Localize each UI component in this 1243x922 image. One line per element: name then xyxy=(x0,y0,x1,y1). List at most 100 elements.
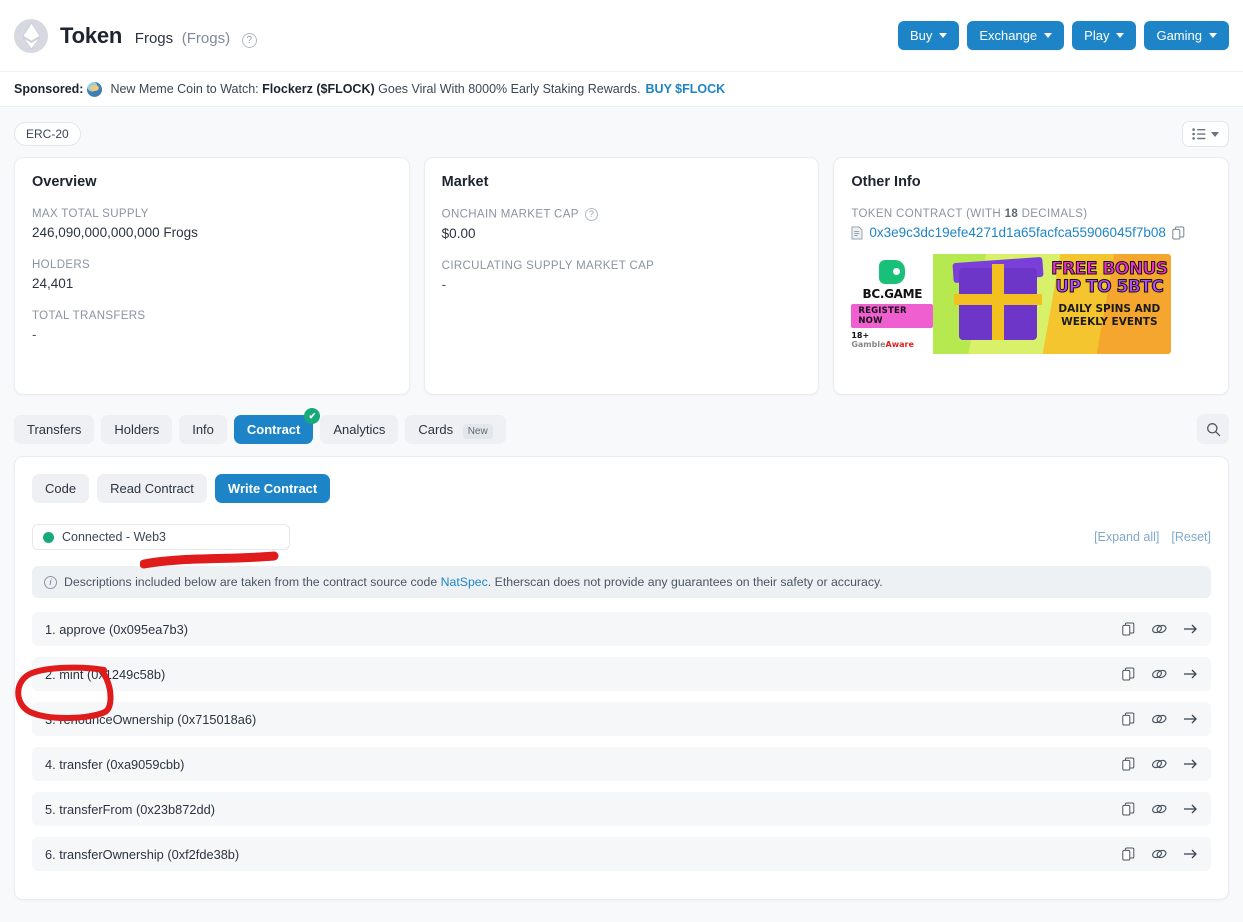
gaming-button[interactable]: Gaming xyxy=(1144,21,1229,50)
copy-icon[interactable] xyxy=(1122,667,1135,681)
natspec-notice-after: . Etherscan does not provide any guarant… xyxy=(487,575,883,589)
arrow-right-icon[interactable] xyxy=(1183,803,1198,815)
exchange-button-label: Exchange xyxy=(979,28,1038,43)
buy-button[interactable]: Buy xyxy=(897,21,960,50)
natspec-notice-text: Descriptions included below are taken fr… xyxy=(64,575,883,589)
tab-transfers[interactable]: Transfers xyxy=(14,414,95,444)
play-button-label: Play xyxy=(1084,28,1110,43)
sponsored-text-before: New Meme Coin to Watch: xyxy=(110,82,259,96)
ad-subline-2: WEEKLY EVENTS xyxy=(1061,315,1158,328)
copy-icon[interactable] xyxy=(1122,622,1135,636)
total-transfers-label: TOTAL TRANSFERS xyxy=(32,310,146,322)
link-icon[interactable] xyxy=(1151,802,1167,816)
chevron-down-icon xyxy=(1209,33,1217,38)
green-dot-icon xyxy=(43,531,54,543)
arrow-right-icon[interactable] xyxy=(1183,623,1198,635)
reset-link[interactable]: [Reset] xyxy=(1171,530,1211,544)
circulating-supply-market-cap-value: - xyxy=(441,277,447,292)
tab-holders[interactable]: Holders xyxy=(101,414,173,444)
list-view-icon xyxy=(1192,128,1206,140)
arrow-right-icon[interactable] xyxy=(1183,758,1198,770)
token-contract-label-post: DECIMALS) xyxy=(1018,208,1088,220)
sponsored-banner: Sponsored: New Meme Coin to Watch: Flock… xyxy=(0,72,1243,107)
tab-contract-label: Contract xyxy=(246,421,301,437)
expand-all-link[interactable]: [Expand all] xyxy=(1094,530,1159,544)
function-row-actions xyxy=(1122,802,1198,816)
document-icon xyxy=(851,226,863,239)
token-contract-address-row: 0x3e9c3dc19efe4271d1a65facfca55906045f7b… xyxy=(851,225,1211,240)
tab-search-button[interactable] xyxy=(1197,414,1229,444)
list-view-button[interactable] xyxy=(1182,121,1229,147)
link-icon[interactable] xyxy=(1151,667,1167,681)
wallet-connection-text: Connected - Web3 xyxy=(62,530,166,544)
copy-icon[interactable] xyxy=(1122,757,1135,771)
sponsored-cta-link[interactable]: BUY $FLOCK xyxy=(646,82,726,96)
sponsored-text-after: Goes Viral With 8000% Early Staking Rewa… xyxy=(378,82,641,96)
natspec-link[interactable]: NatSpec xyxy=(441,575,488,589)
link-icon[interactable] xyxy=(1151,622,1167,636)
copy-icon[interactable] xyxy=(1122,847,1135,861)
flockerz-avatar-icon xyxy=(87,81,103,97)
arrow-right-icon[interactable] xyxy=(1183,713,1198,725)
sponsored-bold-text: Flockerz ($FLOCK) xyxy=(262,82,375,96)
tab-analytics[interactable]: Analytics xyxy=(320,414,399,444)
page-title: Token Frogs (Frogs) ? xyxy=(60,23,257,49)
function-row[interactable]: 3. renounceOwnership (0x715018a6) xyxy=(32,702,1211,736)
bcgame-logo-icon xyxy=(879,259,906,284)
subtab-read-contract-label: Read Contract xyxy=(110,481,194,496)
copy-icon[interactable] xyxy=(1122,712,1135,726)
page-title-text: Token xyxy=(60,22,123,48)
contract-panel-links: [Expand all] [Reset] xyxy=(1094,530,1211,544)
write-function-list: 1. approve (0x095ea7b3) 2. mint (0x1249c… xyxy=(32,612,1211,871)
contract-subtabs: Code Read Contract Write Contract xyxy=(32,474,1211,503)
link-icon[interactable] xyxy=(1151,847,1167,861)
wallet-connection-row: Connected - Web3 [Expand all] [Reset] xyxy=(32,524,1211,550)
tab-info-label: Info xyxy=(192,421,214,437)
link-icon[interactable] xyxy=(1151,757,1167,771)
function-row[interactable]: 2. mint (0x1249c58b) xyxy=(32,657,1211,691)
function-label: 4. transfer (0xa9059cbb) xyxy=(45,756,185,772)
function-row[interactable]: 6. transferOwnership (0xf2fde38b) xyxy=(32,837,1211,871)
question-circle-icon[interactable]: ? xyxy=(241,32,257,48)
max-total-supply-value: 246,090,000,000,000 Frogs xyxy=(32,225,198,240)
function-row[interactable]: 5. transferFrom (0x23b872dd) xyxy=(32,792,1211,826)
chevron-down-icon xyxy=(1116,33,1125,38)
bcgame-advertisement[interactable]: BC.GAME REGISTER NOW 18+ GambleAware FRE… xyxy=(851,254,1172,354)
function-row[interactable]: 1. approve (0x095ea7b3) xyxy=(32,612,1211,646)
max-total-supply-label: MAX TOTAL SUPPLY xyxy=(32,208,149,220)
ad-copy-block: FREE BONUS UP TO 5BTC DAILY SPINS AND WE… xyxy=(1047,260,1171,329)
link-icon[interactable] xyxy=(1151,712,1167,726)
ad-register-button[interactable]: REGISTER NOW xyxy=(851,303,934,328)
buy-button-label: Buy xyxy=(909,28,933,43)
search-icon xyxy=(1206,422,1220,436)
tab-cards-new-badge: New xyxy=(462,423,493,439)
token-contract-address-link[interactable]: 0x3e9c3dc19efe4271d1a65facfca55906045f7b… xyxy=(869,225,1166,240)
wallet-connection-status[interactable]: Connected - Web3 xyxy=(32,524,290,550)
subtab-read-contract[interactable]: Read Contract xyxy=(97,474,207,503)
tab-cards[interactable]: Cards New xyxy=(405,414,506,444)
function-row-actions xyxy=(1122,757,1198,771)
function-label: 2. mint (0x1249c58b) xyxy=(45,666,166,682)
arrow-right-icon[interactable] xyxy=(1183,668,1198,680)
tab-contract[interactable]: Contract ✔ xyxy=(233,407,321,444)
other-info-card-title: Other Info xyxy=(851,174,921,190)
chevron-down-icon xyxy=(1211,131,1219,137)
subtab-write-contract[interactable]: Write Contract xyxy=(214,474,331,503)
tab-holders-label: Holders xyxy=(114,421,160,437)
contract-panel: Code Read Contract Write Contract Connec… xyxy=(14,456,1229,900)
play-button[interactable]: Play xyxy=(1072,21,1137,50)
natspec-notice-before: Descriptions included below are taken fr… xyxy=(64,575,438,589)
holders-value: 24,401 xyxy=(32,276,74,291)
question-circle-icon[interactable]: ? xyxy=(585,208,599,221)
function-row[interactable]: 4. transfer (0xa9059cbb) xyxy=(32,747,1211,781)
function-label: 5. transferFrom (0x23b872dd) xyxy=(45,801,215,817)
token-contract-label-pre: TOKEN CONTRACT (WITH xyxy=(851,208,1005,220)
subtab-code[interactable]: Code xyxy=(32,474,90,503)
natspec-notice: i Descriptions included below are taken … xyxy=(32,566,1211,598)
sponsored-label: Sponsored: xyxy=(14,82,84,96)
tab-info[interactable]: Info xyxy=(179,414,227,444)
arrow-right-icon[interactable] xyxy=(1183,848,1198,860)
copy-icon[interactable] xyxy=(1122,802,1135,816)
circulating-supply-market-cap-label: CIRCULATING SUPPLY MARKET CAP xyxy=(441,260,655,272)
exchange-button[interactable]: Exchange xyxy=(967,21,1065,50)
